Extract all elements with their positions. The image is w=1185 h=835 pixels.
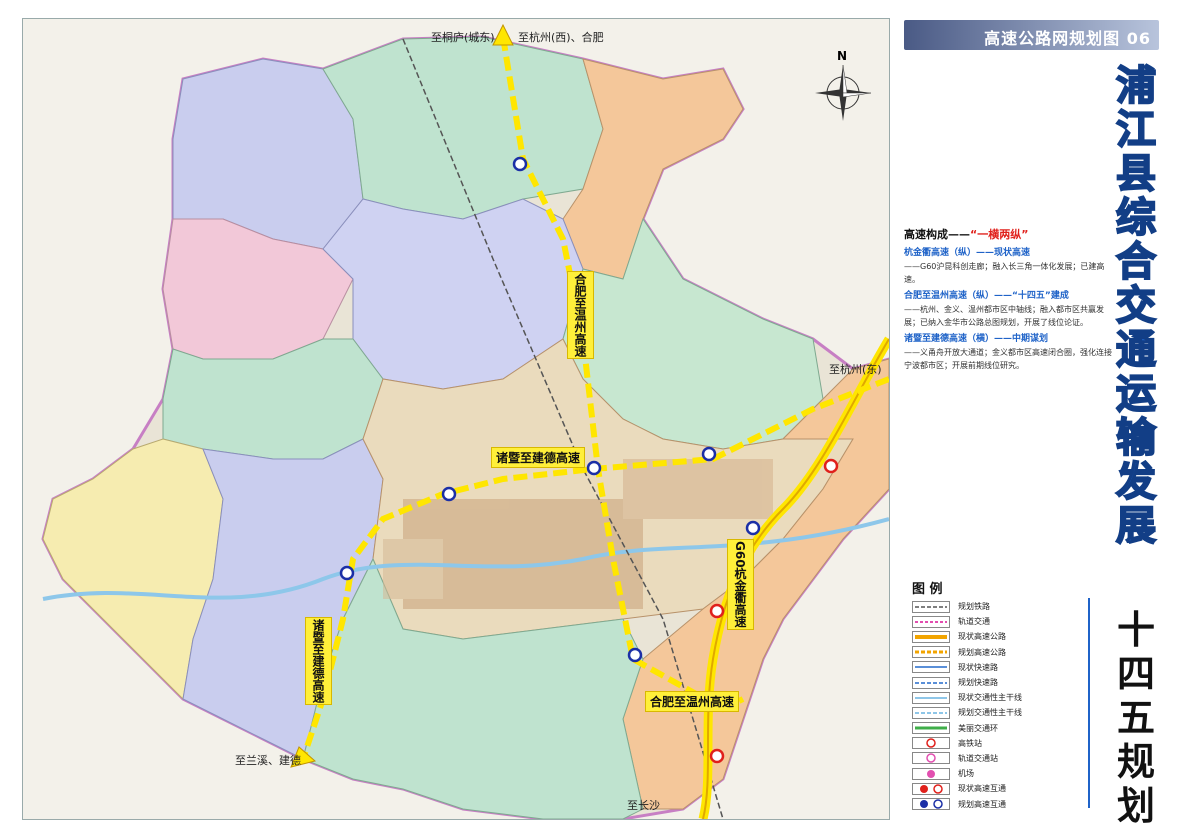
legend-item: 轨道交通 [912, 614, 1082, 629]
title-bar: 高速公路网规划图 06 [904, 20, 1159, 50]
township-north-green [322, 36, 604, 220]
legend-item: 现状快速路 [912, 660, 1082, 675]
airport-icon [912, 767, 950, 780]
road-label-hewen: 合肥至温州高速 [567, 271, 594, 359]
description-heading-accent: “一横两纵” [970, 228, 1029, 241]
legend-item: 轨道交通站 [912, 751, 1082, 766]
legend-item: 高铁站 [912, 736, 1082, 751]
legend-title: 图 例 [912, 582, 943, 597]
road-label-zhujian: 诸暨至建德高速 [491, 447, 586, 468]
planned-interchange[interactable] [339, 565, 355, 581]
high-speed-rail-station-icon [912, 737, 950, 750]
railway-planned-icon [912, 600, 950, 613]
existing-interchange[interactable] [709, 603, 725, 619]
legend-item: 规划快速路 [912, 675, 1082, 690]
existing-interchange[interactable] [709, 748, 725, 764]
arterial-planned-icon [912, 706, 950, 719]
rail-station-icon [912, 752, 950, 765]
road-label-zhujian-sw: 诸暨至建德高速 [305, 617, 332, 705]
destination-hangzhou-west: 至杭州(西)、合肥 [518, 31, 604, 44]
description-item-body: ——杭州、金义、温州都市区中轴线；融入都市区共赢发展；已纳入金华市公路总图规划，… [904, 305, 1104, 327]
rail-transit-icon [912, 615, 950, 628]
highway-existing-icon [912, 630, 950, 643]
main-title: 浦江县综合交通运输发展 [1115, 63, 1157, 549]
interchange-planned-icon [912, 798, 950, 811]
expressway-planned-icon [912, 676, 950, 689]
legend: 图 例 规划铁路 轨道交通 现状高速公路 规划高速公路 现状快速路 规划快速路 … [912, 578, 1082, 812]
planned-interchange[interactable] [701, 446, 717, 462]
legend-item: 规划高速公路 [912, 645, 1082, 660]
legend-item: 现状交通性主干线 [912, 690, 1082, 705]
description-item-title: 合肥至温州高速（纵）——“十四五”建成 [904, 291, 1069, 301]
description-panel: 高速构成——“一横两纵” 杭金衢高速（纵）——现状高速 ——G60沪昆科创走廊；… [904, 228, 1114, 372]
legend-item: 现状高速公路 [912, 629, 1082, 644]
expressway-existing-icon [912, 661, 950, 674]
planned-interchange[interactable] [586, 460, 602, 476]
arterial-existing-icon [912, 691, 950, 704]
title-bar-text: 高速公路网规划图 06 [984, 29, 1151, 48]
description-item-body: ——G60沪昆科创走廊；融入长三角一体化发展；已建高速。 [904, 262, 1105, 284]
road-label-hewen-south: 合肥至温州高速 [645, 691, 740, 712]
sub-title: 十四五规划 [1116, 608, 1155, 828]
destination-changsha: 至长沙 [627, 799, 660, 812]
north-arrow-head [492, 23, 514, 46]
legend-item: 机场 [912, 766, 1082, 781]
planned-interchange[interactable] [627, 647, 643, 663]
planned-interchange[interactable] [512, 156, 528, 172]
existing-interchange[interactable] [823, 458, 839, 474]
planned-interchange[interactable] [441, 486, 457, 502]
description-item-title: 诸暨至建德高速（横）——中期谋划 [904, 334, 1049, 344]
destination-hangzhou-east: 至杭州(东) [829, 363, 882, 376]
legend-item: 现状高速互通 [912, 781, 1082, 796]
description-item-title: 杭金衢高速（纵）——现状高速 [904, 248, 1031, 258]
destination-lanxi: 至兰溪、建德 [235, 754, 301, 767]
legend-item: 规划高速互通 [912, 796, 1082, 811]
road-label-g60: G60杭金衢高速 [727, 539, 754, 630]
sidebar: 高速公路网规划图 06 浦江县综合交通运输发展 高速构成——“一横两纵” 杭金衢… [898, 18, 1168, 828]
compass-north-label: N [837, 49, 848, 63]
map-canvas[interactable] [23, 19, 889, 819]
description-heading: 高速构成——“一横两纵” [904, 228, 1029, 241]
legend-item: 规划铁路 [912, 599, 1082, 614]
compass-rose: N [813, 49, 873, 125]
highway-planned-icon [912, 646, 950, 659]
interchange-existing-icon [912, 782, 950, 795]
vertical-divider [1088, 598, 1090, 808]
planned-interchange[interactable] [745, 520, 761, 536]
map-panel[interactable]: 至桐庐(城东) 至杭州(西)、合肥 至杭州(东) 至兰溪、建德 至长沙 合肥至温… [22, 18, 890, 820]
scenic-loop-icon [912, 722, 950, 735]
legend-item: 美丽交通环 [912, 721, 1082, 736]
destination-tonglu: 至桐庐(城东) [431, 31, 495, 44]
description-item-body: ——义甬舟开放大通道；金义都市区高速闭合圈，强化连接宁波都市区；开展前期线位研究… [904, 348, 1112, 370]
compass-rose-icon [815, 64, 872, 121]
legend-item: 规划交通性主干线 [912, 705, 1082, 720]
